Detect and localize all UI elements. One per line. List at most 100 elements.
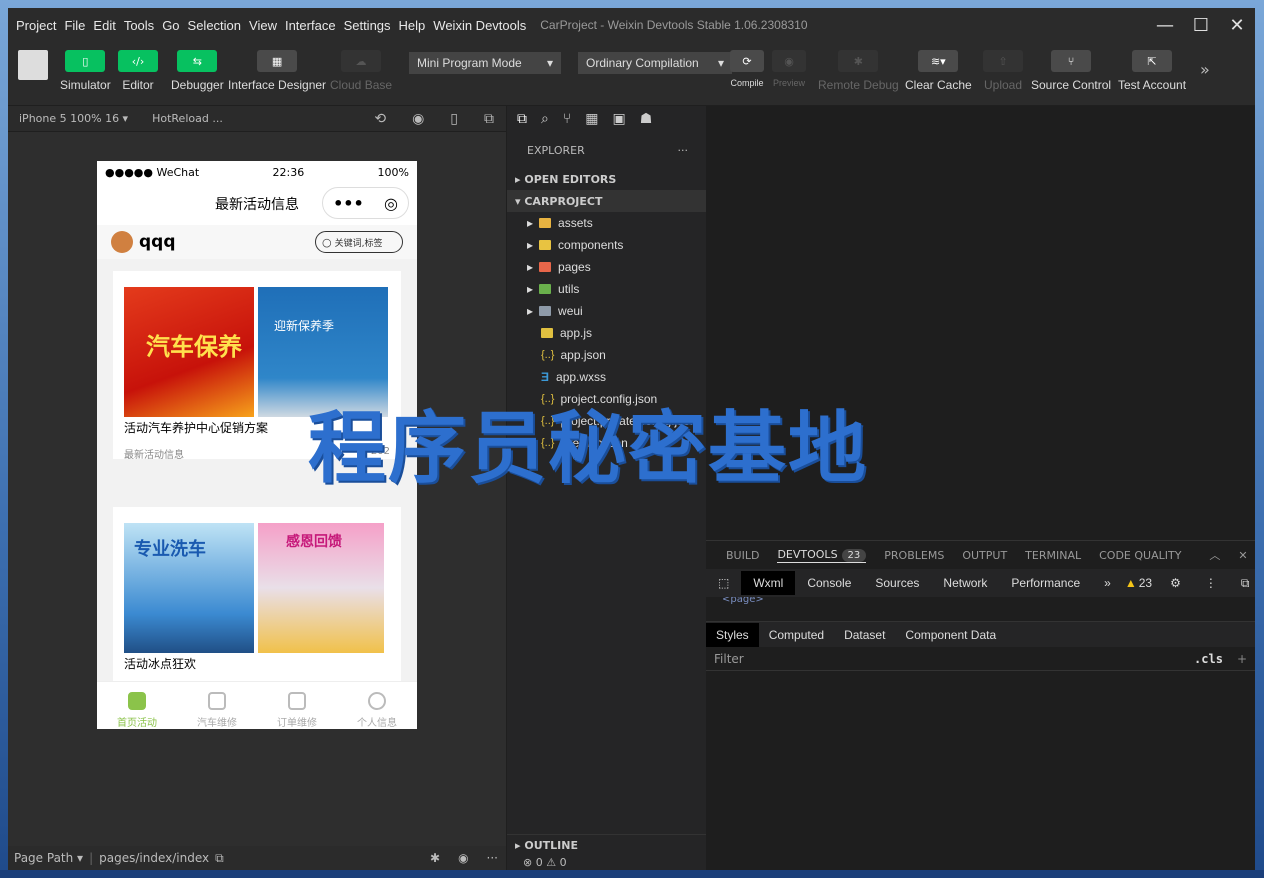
- filter-input[interactable]: Filter: [714, 652, 744, 666]
- git-icon[interactable]: ⑂: [563, 111, 571, 127]
- editor-button[interactable]: ‹/› Editor: [118, 50, 158, 92]
- copy-icon[interactable]: ⧉: [215, 851, 224, 866]
- simulator-button[interactable]: ▯ Simulator: [60, 50, 111, 92]
- gear-icon[interactable]: ⚙: [1158, 576, 1193, 590]
- menu-weixin-devtools[interactable]: Weixin Devtools: [429, 18, 530, 33]
- tab-network[interactable]: Network: [931, 576, 999, 590]
- dock-icon[interactable]: ⧉: [1229, 576, 1255, 591]
- tab-sources[interactable]: Sources: [863, 576, 931, 590]
- capsule-menu[interactable]: ••• ◎: [322, 187, 409, 219]
- outline-icon[interactable]: ▣: [612, 111, 625, 127]
- file-app-wxss[interactable]: Ǝapp.wxss: [507, 366, 706, 388]
- kebab-icon[interactable]: ⋮: [1193, 576, 1229, 590]
- hotreload-toggle[interactable]: HotReload ...: [152, 112, 223, 125]
- phone-status-bar: ●●●●● WeChat 22:36 100%: [97, 161, 417, 183]
- folder-weui[interactable]: ▸ weui: [507, 300, 706, 322]
- interface-designer-button[interactable]: ▦ Interface Designer: [228, 50, 326, 92]
- activity-card[interactable]: 专业洗车 感恩回馈 活动冰点狂欢: [113, 507, 401, 683]
- bug-icon[interactable]: ✱: [430, 851, 440, 865]
- folder-assets[interactable]: ▸ assets: [507, 212, 706, 234]
- tab-problems[interactable]: PROBLEMS: [884, 549, 944, 562]
- phone-outline-icon[interactable]: ▯: [450, 111, 458, 127]
- compile-button[interactable]: ⟳ Compile: [730, 50, 764, 88]
- cls-toggle[interactable]: .cls: [1194, 652, 1223, 666]
- rotate-icon[interactable]: ⟲: [374, 111, 386, 127]
- more-chevron-icon[interactable]: »: [1200, 60, 1210, 79]
- detach-window-icon[interactable]: ⧉: [484, 111, 494, 127]
- tab-console[interactable]: Console: [795, 576, 863, 590]
- debugger-button[interactable]: ⇆ Debugger: [171, 50, 224, 92]
- menu-go[interactable]: Go: [158, 18, 183, 33]
- tab-orders[interactable]: 订单维修: [257, 682, 337, 729]
- tab-computed[interactable]: Computed: [759, 628, 834, 642]
- maximize-icon[interactable]: ☐: [1183, 8, 1219, 42]
- docker-icon[interactable]: ☗: [640, 111, 653, 127]
- add-rule-icon[interactable]: +: [1237, 652, 1247, 666]
- file-app-js[interactable]: app.js: [507, 322, 706, 344]
- close-target-icon[interactable]: ◎: [384, 194, 398, 213]
- folder-pages[interactable]: ▸ pages: [507, 256, 706, 278]
- inspect-icon[interactable]: ⬚: [706, 576, 741, 590]
- file-app-json[interactable]: {..} app.json: [507, 344, 706, 366]
- search-input[interactable]: ○ 关键词,标签: [315, 231, 403, 253]
- close-panel-icon[interactable]: ✕: [1238, 549, 1247, 562]
- menu-tools[interactable]: Tools: [120, 18, 158, 33]
- warning-icon: ▲: [1124, 576, 1137, 590]
- tab-wxml[interactable]: Wxml: [741, 571, 796, 595]
- tab-repair[interactable]: 汽车维修: [177, 682, 257, 729]
- wxml-node[interactable]: <page>: [706, 597, 1255, 607]
- tab-styles[interactable]: Styles: [706, 622, 759, 647]
- minimize-icon[interactable]: —: [1147, 8, 1183, 42]
- problems-summary[interactable]: ⊗ 0 ⚠ 0: [523, 856, 567, 869]
- menu-file[interactable]: File: [60, 18, 89, 33]
- menu-interface[interactable]: Interface: [281, 18, 340, 33]
- more-dots-icon[interactable]: •••: [333, 194, 364, 213]
- menu-help[interactable]: Help: [395, 18, 430, 33]
- page-path-select[interactable]: Page Path ▾: [14, 851, 83, 865]
- source-control-button[interactable]: ⑂ Source Control: [1031, 50, 1111, 92]
- remote-debug-button[interactable]: ✱ Remote Debug: [818, 50, 899, 92]
- tab-code-quality[interactable]: CODE QUALITY: [1099, 549, 1181, 562]
- tab-devtools[interactable]: DEVTOOLS 23: [777, 548, 867, 563]
- search-icon[interactable]: ⌕: [541, 111, 549, 127]
- eye-icon[interactable]: ◉: [458, 851, 468, 865]
- more-icon[interactable]: ···: [487, 851, 498, 865]
- cloud-base-button[interactable]: ☁ Cloud Base: [330, 50, 392, 92]
- tab-dataset[interactable]: Dataset: [834, 628, 895, 642]
- test-account-button[interactable]: ⇱ Test Account: [1118, 50, 1186, 92]
- menu-project[interactable]: Project: [12, 18, 60, 33]
- tab-home[interactable]: 首页活动: [97, 682, 177, 729]
- menu-view[interactable]: View: [245, 18, 281, 33]
- preview-button[interactable]: ◉ Preview: [772, 50, 806, 88]
- menu-edit[interactable]: Edit: [89, 18, 119, 33]
- menu-selection[interactable]: Selection: [184, 18, 245, 33]
- record-icon[interactable]: ◉: [412, 111, 424, 127]
- device-select[interactable]: iPhone 5 100% 16 ▾: [19, 112, 128, 125]
- more-tabs-icon[interactable]: »: [1092, 576, 1123, 590]
- folder-utils[interactable]: ▸ utils: [507, 278, 706, 300]
- extensions-icon[interactable]: ▦: [585, 111, 598, 127]
- clear-cache-button[interactable]: ≋▾ Clear Cache: [905, 50, 972, 92]
- more-icon[interactable]: ···: [678, 144, 689, 157]
- mode-select[interactable]: Mini Program Mode ▾: [409, 52, 561, 74]
- chevron-down-icon: ▾: [546, 56, 553, 70]
- tab-profile[interactable]: 个人信息: [337, 682, 417, 729]
- menu-settings[interactable]: Settings: [340, 18, 395, 33]
- files-icon[interactable]: ⧉: [517, 111, 527, 127]
- card-tag[interactable]: 最新活动信息: [124, 446, 184, 461]
- close-icon[interactable]: ✕: [1219, 8, 1255, 42]
- tab-performance[interactable]: Performance: [999, 576, 1092, 590]
- project-section[interactable]: ▾ CARPROJECT: [507, 190, 706, 212]
- folder-components[interactable]: ▸ components: [507, 234, 706, 256]
- chevron-up-icon[interactable]: ︿: [1209, 547, 1220, 563]
- tab-build[interactable]: BUILD: [726, 549, 759, 562]
- tab-component-data[interactable]: Component Data: [895, 628, 1006, 642]
- warning-count[interactable]: 23: [1139, 576, 1158, 590]
- tab-output[interactable]: OUTPUT: [962, 549, 1007, 562]
- open-editors-section[interactable]: ▸ OPEN EDITORS: [507, 168, 706, 190]
- user-avatar-button[interactable]: [18, 50, 48, 80]
- compilation-select[interactable]: Ordinary Compilation ▾: [578, 52, 732, 74]
- outline-section[interactable]: ▸ OUTLINE: [507, 834, 706, 856]
- tab-terminal[interactable]: TERMINAL: [1025, 549, 1081, 562]
- upload-button[interactable]: ⇧ Upload: [983, 50, 1023, 92]
